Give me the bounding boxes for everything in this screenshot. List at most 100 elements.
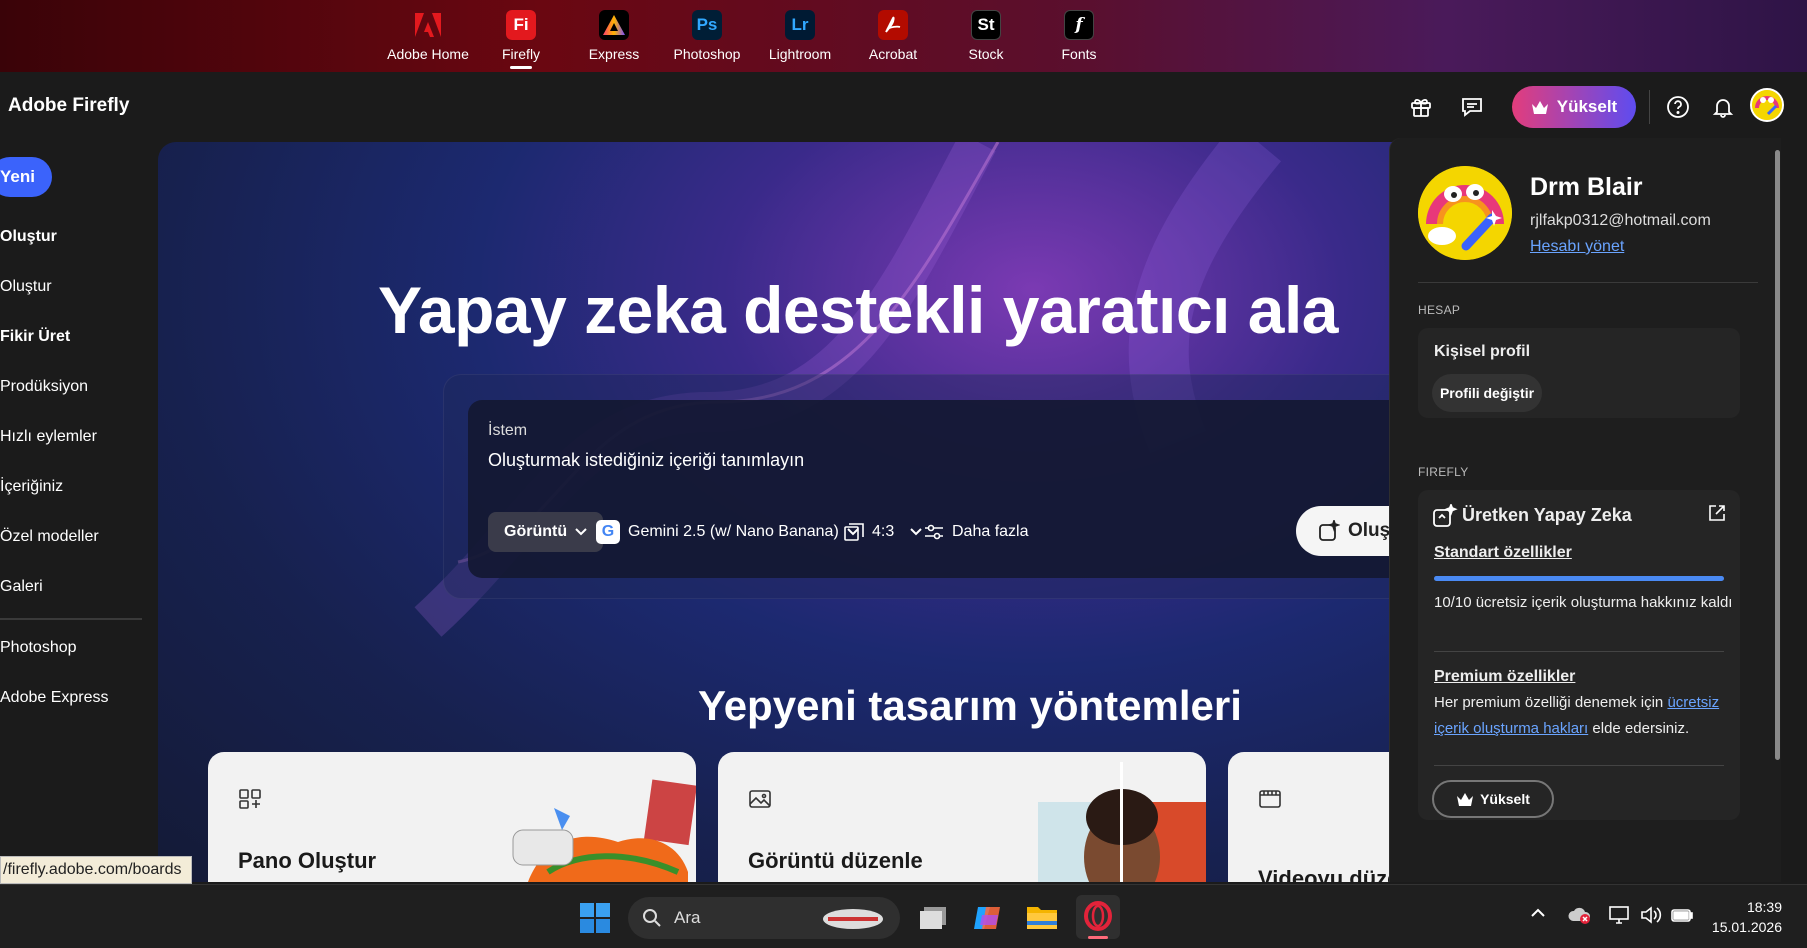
new-button[interactable]: Yeni — [0, 157, 52, 197]
sneaker-collage-image — [512, 779, 696, 882]
more-options-label: Daha fazla — [952, 523, 1029, 540]
app-photoshop[interactable]: Ps Photoshop — [657, 8, 757, 62]
external-link-icon[interactable] — [1708, 504, 1726, 522]
prompt-label: İstem — [488, 422, 528, 439]
cloud-sync-icon[interactable] — [1568, 905, 1592, 930]
opera-browser-icon[interactable] — [1076, 895, 1120, 939]
lightroom-app-icon: Lr — [785, 10, 815, 40]
clock-time: 18:39 — [1746, 899, 1782, 915]
sliders-icon — [925, 524, 943, 540]
hero-section: Yapay zeka destekli yaratıcı ala İstem O… — [158, 142, 1408, 882]
aspect-ratio-dropdown[interactable]: 4:3 — [844, 512, 922, 552]
upgrade-button[interactable]: Yükselt — [1512, 86, 1636, 128]
profile-divider — [1418, 282, 1758, 283]
battery-icon[interactable] — [1670, 905, 1694, 930]
sidebar: Yeni Oluştur Oluştur Fikir Üret Prodüksi… — [0, 142, 150, 882]
model-dropdown[interactable]: G Gemini 2.5 (w/ Nano Banana) — [596, 512, 859, 552]
chevron-down-icon — [910, 528, 922, 536]
lightroom-glyph: Lr — [791, 15, 809, 34]
chevron-up-icon[interactable] — [1530, 905, 1546, 926]
genai-sparkle-icon — [1433, 504, 1458, 527]
profile-email: rjlfakp0312@hotmail.com — [1530, 212, 1711, 229]
card-edit-video[interactable]: Videoyu düze — [1228, 752, 1408, 882]
premium-features-link[interactable]: Premium özellikler — [1434, 664, 1575, 690]
task-view-icon[interactable] — [918, 905, 948, 936]
windows-start-icon[interactable] — [580, 903, 610, 938]
genai-title: Üretken Yapay Zeka — [1462, 505, 1632, 525]
help-icon[interactable] — [1663, 92, 1693, 122]
sidebar-divider — [0, 618, 142, 620]
card-edit-image[interactable]: Görüntü düzenle — [718, 752, 1206, 882]
block-divider — [1434, 651, 1724, 652]
card-create-board[interactable]: Pano Oluştur — [208, 752, 696, 882]
sidebar-item-quick-actions[interactable]: Hızlı eylemler — [0, 428, 97, 446]
header-divider — [1649, 90, 1650, 124]
scrollbar-thumb[interactable] — [1775, 150, 1780, 760]
photoshop-glyph: Ps — [696, 15, 718, 34]
app-adobe-home[interactable]: Adobe Home — [378, 8, 478, 62]
video-icon — [1259, 790, 1281, 808]
firefly-glyph: Fi — [513, 15, 529, 34]
panel-scrollbar[interactable] — [1772, 140, 1782, 880]
gift-icon[interactable] — [1406, 92, 1436, 122]
app-fonts[interactable]: f Fonts — [1029, 8, 1129, 62]
firefly-section-label: FIREFLY — [1418, 465, 1469, 479]
prompt-input[interactable]: Oluşturmak istediğiniz içeriği tanımlayı… — [488, 450, 1188, 471]
app-lightroom[interactable]: Lr Lightroom — [750, 8, 850, 62]
block-divider — [1434, 765, 1724, 766]
active-app-indicator — [1088, 936, 1108, 939]
sidebar-item-create[interactable]: Oluştur — [0, 278, 52, 296]
hero-title: Yapay zeka destekli yaratıcı ala — [378, 273, 1338, 347]
search-highlight-icon — [823, 909, 883, 929]
sidebar-item-photoshop[interactable]: Photoshop — [0, 639, 77, 657]
credits-remaining-text: 10/10 ücretsiz içerik oluşturma hakkınız… — [1434, 594, 1733, 611]
app-label: Lightroom — [768, 46, 832, 62]
app-label: Acrobat — [868, 46, 918, 62]
premium-text-part: elde edersiniz. — [1592, 720, 1690, 737]
stock-glyph: St — [977, 15, 995, 34]
app-label: Fonts — [1061, 46, 1097, 62]
credits-progress-track — [1434, 576, 1724, 581]
app-firefly[interactable]: Fi Firefly — [471, 8, 571, 69]
card-title: Videoyu düze — [1258, 866, 1400, 882]
card-title: Görüntü düzenle — [748, 848, 923, 873]
user-avatar[interactable] — [1750, 88, 1784, 122]
sidebar-item-adobe-express[interactable]: Adobe Express — [0, 689, 109, 707]
sidebar-item-create-header[interactable]: Oluştur — [0, 228, 57, 246]
acrobat-app-icon — [878, 10, 908, 40]
sidebar-item-ideate[interactable]: Fikir Üret — [0, 328, 70, 346]
manage-account-link[interactable]: Hesabı yönet — [1530, 238, 1624, 256]
portrait-edit-image — [1038, 762, 1206, 882]
stock-app-icon: St — [971, 10, 1001, 40]
content-type-dropdown[interactable]: Görüntü — [488, 512, 604, 552]
notification-bell-icon[interactable] — [1708, 92, 1738, 122]
premium-description: Her premium özelliği denemek için ücrets… — [1434, 690, 1734, 742]
switch-profile-button[interactable]: Profili değiştir — [1432, 374, 1542, 412]
status-url: /firefly.adobe.com/boards — [0, 856, 193, 884]
app-express[interactable]: Express — [564, 8, 664, 62]
panel-upgrade-button[interactable]: Yükselt — [1432, 780, 1554, 818]
more-options-button[interactable]: Daha fazla — [924, 512, 1029, 552]
feedback-icon[interactable] — [1457, 92, 1487, 122]
aspect-ratio-label: 4:3 — [872, 523, 895, 540]
fonts-glyph: f — [1075, 15, 1083, 35]
standard-features-link[interactable]: Standart özellikler — [1434, 540, 1572, 566]
sidebar-item-your-content[interactable]: İçeriğiniz — [0, 478, 63, 496]
generate-sparkle-icon — [1319, 520, 1340, 541]
file-explorer-icon[interactable] — [1026, 903, 1058, 936]
sidebar-item-gallery[interactable]: Galeri — [0, 578, 43, 596]
profile-panel: Drm Blair rjlfakp0312@hotmail.com Hesabı… — [1389, 138, 1781, 882]
app-stock[interactable]: St Stock — [936, 8, 1036, 62]
credits-progress-fill — [1434, 576, 1724, 581]
volume-icon[interactable] — [1640, 905, 1662, 930]
sidebar-item-custom-models[interactable]: Özel modeller — [0, 528, 99, 546]
system-clock[interactable]: 18:39 15.01.2026 — [1696, 897, 1782, 937]
network-icon[interactable] — [1608, 905, 1630, 930]
copilot-icon[interactable] — [972, 903, 1002, 938]
section-title: Yepyeni tasarım yöntemleri — [698, 682, 1242, 729]
app-acrobat[interactable]: Acrobat — [843, 8, 943, 62]
profile-avatar — [1418, 166, 1512, 260]
windows-taskbar: Ara 18:39 15.01.2026 — [0, 884, 1807, 948]
taskbar-search[interactable]: Ara — [628, 897, 900, 939]
sidebar-item-production[interactable]: Prodüksiyon — [0, 378, 88, 396]
